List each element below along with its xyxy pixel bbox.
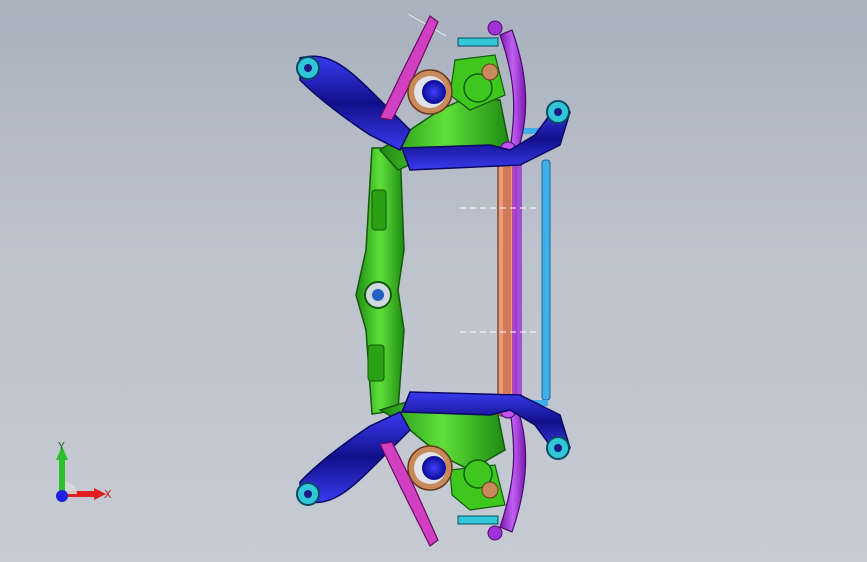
coil-spring-front[interactable] (407, 69, 453, 115)
y-axis-label: Y (57, 440, 65, 453)
subframe-left-rail[interactable] (355, 147, 405, 415)
hub-icon (422, 80, 446, 104)
stabilizer-bar[interactable] (518, 128, 551, 406)
graphics-viewport[interactable]: Y X (0, 0, 867, 562)
z-axis-dot (56, 490, 68, 502)
coil-spring-rear[interactable] (407, 445, 453, 491)
y-axis-arrow (59, 458, 65, 494)
axis-triad[interactable]: Y X (40, 438, 120, 518)
x-axis-label: X (104, 488, 112, 501)
suspension-assembly-model[interactable] (0, 0, 867, 562)
